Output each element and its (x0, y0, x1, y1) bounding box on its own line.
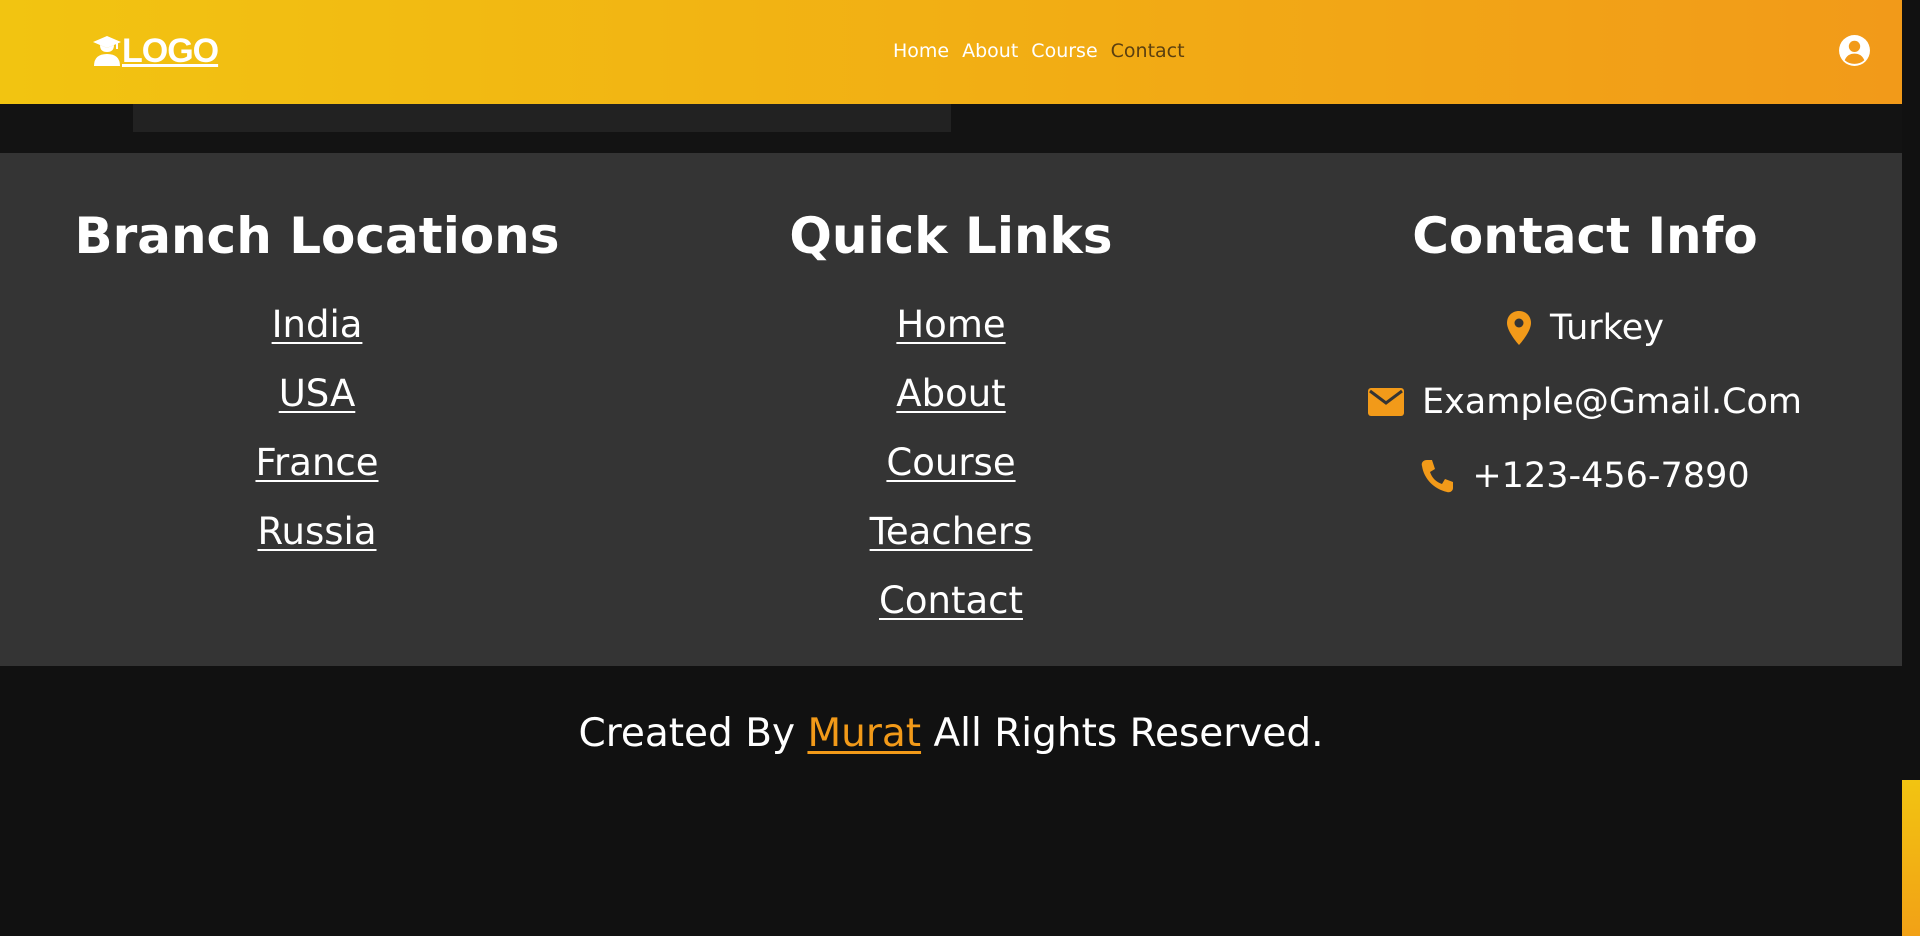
branch-link-india[interactable]: India (0, 303, 634, 347)
graduate-logo-icon (93, 36, 121, 66)
quick-links-heading: Quick Links (789, 207, 1113, 265)
page: LOGO Home About Course Contact Branch Lo… (0, 0, 1920, 936)
nav-about[interactable]: About (962, 38, 1018, 64)
quick-link-contact[interactable]: Contact (634, 579, 1268, 623)
quick-link-teachers[interactable]: Teachers (634, 510, 1268, 554)
scrollbar[interactable] (1902, 0, 1920, 936)
main-nav: Home About Course Contact (893, 38, 1185, 64)
contact-phone-text[interactable]: +123-456-7890 (1472, 454, 1749, 498)
copyright: Created By Murat All Rights Reserved. (0, 710, 1902, 758)
site-header: LOGO Home About Course Contact (0, 0, 1902, 104)
branch-link-usa[interactable]: USA (0, 372, 634, 416)
footer: Branch Locations India USA France Russia… (0, 153, 1902, 666)
branch-link-russia[interactable]: Russia (0, 510, 634, 554)
logo-text: LOGO (122, 32, 219, 70)
scrollbar-thumb[interactable] (1902, 780, 1920, 936)
quick-link-about[interactable]: About (634, 372, 1268, 416)
nav-course[interactable]: Course (1031, 38, 1097, 64)
map-pin-icon (1507, 311, 1532, 345)
contact-location-text: Turkey (1550, 308, 1664, 348)
copyright-suffix: All Rights Reserved. (933, 711, 1324, 756)
contact-email: Example@Gmail.Com (1268, 380, 1902, 424)
nav-contact[interactable]: Contact (1111, 38, 1185, 64)
contact-location: Turkey (1268, 306, 1902, 350)
copyright-prefix: Created By (578, 711, 796, 756)
content-card (133, 104, 951, 132)
nav-home[interactable]: Home (893, 38, 949, 64)
user-icon[interactable] (1838, 34, 1871, 67)
branch-link-france[interactable]: France (0, 441, 634, 485)
quick-link-course[interactable]: Course (634, 441, 1268, 485)
logo[interactable]: LOGO (92, 32, 219, 70)
quick-link-home[interactable]: Home (634, 303, 1268, 347)
envelope-icon (1367, 388, 1404, 416)
branch-locations-heading: Branch Locations (74, 207, 560, 265)
phone-icon (1422, 460, 1454, 493)
contact-info-heading: Contact Info (1412, 207, 1758, 265)
contact-phone: +123-456-7890 (1268, 454, 1902, 498)
contact-email-text[interactable]: Example@Gmail.Com (1422, 380, 1802, 424)
author-link[interactable]: Murat (807, 711, 921, 756)
